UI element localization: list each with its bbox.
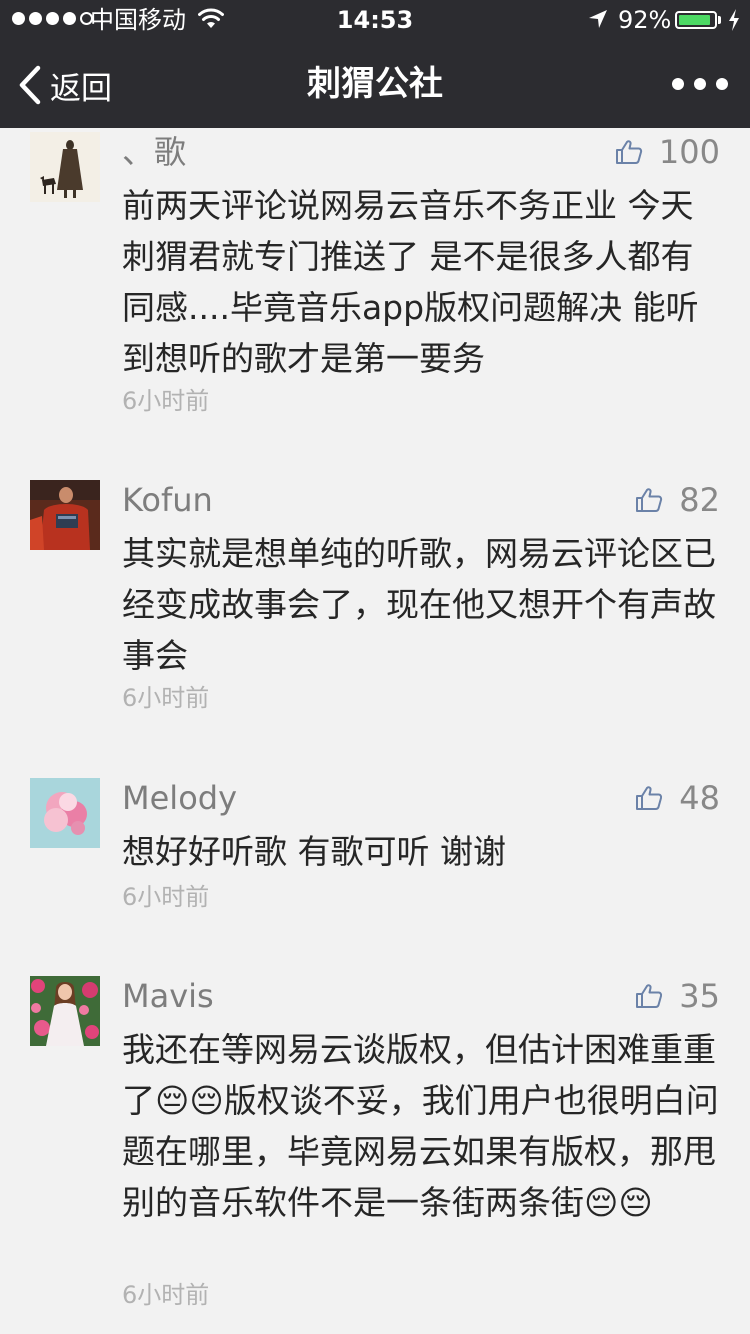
avatar-girl-in-flowers-icon <box>30 976 100 1046</box>
avatar[interactable] <box>30 778 100 848</box>
thumbs-up-icon <box>636 786 663 810</box>
like-button[interactable]: 100 <box>615 130 720 174</box>
comment-time: 6小时前 <box>122 387 210 415</box>
avatar-silhouette-with-dog-icon <box>30 132 100 202</box>
comment-time: 6小时前 <box>122 1281 210 1309</box>
avatar[interactable] <box>30 132 100 202</box>
navigation-bar: 返回 刺猬公社 <box>0 40 750 128</box>
thumbs-up-icon <box>636 488 663 512</box>
comment-text: 想好好听歌 有歌可听 谢谢 <box>122 832 506 871</box>
comment-nickname[interactable]: 、歌 <box>122 130 186 174</box>
avatar-pink-smoke-icon <box>30 778 100 848</box>
top-bar: 中国移动 14:53 92% 返回 刺猬公社 <box>0 0 750 128</box>
avatar[interactable] <box>30 480 100 550</box>
thumbs-up-icon <box>636 984 663 1008</box>
like-button[interactable]: 48 <box>635 776 720 820</box>
battery-level-fill <box>679 15 710 25</box>
like-count: 82 <box>679 481 720 519</box>
like-count: 48 <box>679 779 720 817</box>
comment-time: 6小时前 <box>122 883 210 911</box>
more-dots-icon <box>672 78 684 90</box>
avatar-red-figure-icon <box>30 480 100 550</box>
thumbs-up-icon <box>615 140 643 164</box>
avatar[interactable] <box>30 976 100 1046</box>
like-count: 100 <box>658 133 720 171</box>
battery-tip <box>718 16 721 24</box>
comment-text: 其实就是想单纯的听歌，网易云评论区已经变成故事会了，现在他又想开个有声故事会 <box>122 534 716 675</box>
comment-nickname[interactable]: Melody <box>122 776 237 820</box>
page-title: 刺猬公社 <box>307 64 443 104</box>
like-button[interactable]: 82 <box>635 478 720 522</box>
comment-text: 我还在等网易云谈版权，但估计困难重重了😔😔版权谈不妥，我们用户也很明白问题在哪里… <box>122 1030 719 1222</box>
status-bar: 中国移动 14:53 92% <box>0 0 750 40</box>
battery-icon <box>675 11 717 29</box>
battery-percentage: 92% <box>618 6 672 34</box>
more-options-button[interactable] <box>672 70 728 98</box>
comment-text: 前两天评论说网易云音乐不务正业 今天刺猬君就专门推送了 是不是很多人都有同感..… <box>122 186 699 378</box>
like-count: 35 <box>679 977 720 1015</box>
comment-nickname[interactable]: Kofun <box>122 478 213 522</box>
comment-list[interactable]: 、歌 100 前两天评论说网易云音乐不务正业 今天刺猬君就专门推送了 是不是很多… <box>0 128 750 1334</box>
comment-time: 6小时前 <box>122 684 210 712</box>
like-button[interactable]: 35 <box>635 974 720 1018</box>
charging-bolt-icon <box>729 9 739 31</box>
comment-nickname[interactable]: Mavis <box>122 974 214 1018</box>
location-arrow-icon <box>589 10 607 28</box>
